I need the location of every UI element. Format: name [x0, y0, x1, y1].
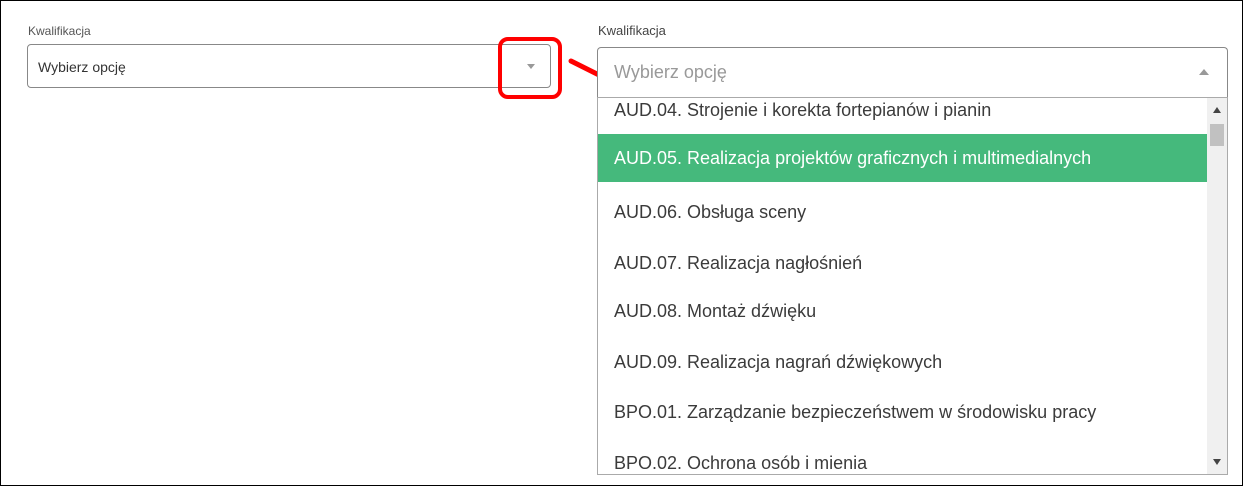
- option-aud-08[interactable]: AUD.08. Montaż dźwięku: [598, 287, 1208, 335]
- qualification-label-left: Kwalifikacja: [28, 24, 91, 38]
- qualification-select-open[interactable]: Wybierz opcję: [597, 47, 1228, 97]
- scrollbar-thumb[interactable]: [1210, 124, 1224, 146]
- option-aud-07[interactable]: AUD.07. Realizacja nagłośnień: [598, 239, 1208, 287]
- scroll-up-arrow-icon[interactable]: [1213, 107, 1221, 113]
- select-value: Wybierz opcję: [38, 59, 126, 75]
- option-aud-04[interactable]: AUD.04. Strojenie i korekta fortepianów …: [598, 98, 1208, 134]
- chevron-up-icon[interactable]: [1199, 69, 1209, 75]
- option-aud-06[interactable]: AUD.06. Obsługa sceny: [598, 188, 1208, 236]
- option-bpo-02[interactable]: BPO.02. Ochrona osób i mienia: [598, 439, 1208, 474]
- dropdown-scrollbar[interactable]: [1207, 98, 1227, 474]
- annotation-highlight-box: [498, 37, 562, 99]
- screenshot-frame: Kwalifikacja Wybierz opcję Kwalifikacja …: [0, 0, 1243, 486]
- option-aud-05[interactable]: AUD.05. Realizacja projektów graficznych…: [598, 134, 1208, 182]
- qualification-select-closed[interactable]: Wybierz opcję: [27, 44, 551, 88]
- qualification-label-right: Kwalifikacja: [598, 23, 666, 38]
- scroll-down-arrow-icon[interactable]: [1213, 459, 1221, 465]
- qualification-dropdown-list[interactable]: AUD.04. Strojenie i korekta fortepianów …: [597, 97, 1228, 475]
- option-bpo-01[interactable]: BPO.01. Zarządzanie bezpieczeństwem w śr…: [598, 388, 1208, 436]
- select-placeholder: Wybierz opcję: [614, 62, 727, 82]
- option-aud-09[interactable]: AUD.09. Realizacja nagrań dźwiękowych: [598, 338, 1208, 386]
